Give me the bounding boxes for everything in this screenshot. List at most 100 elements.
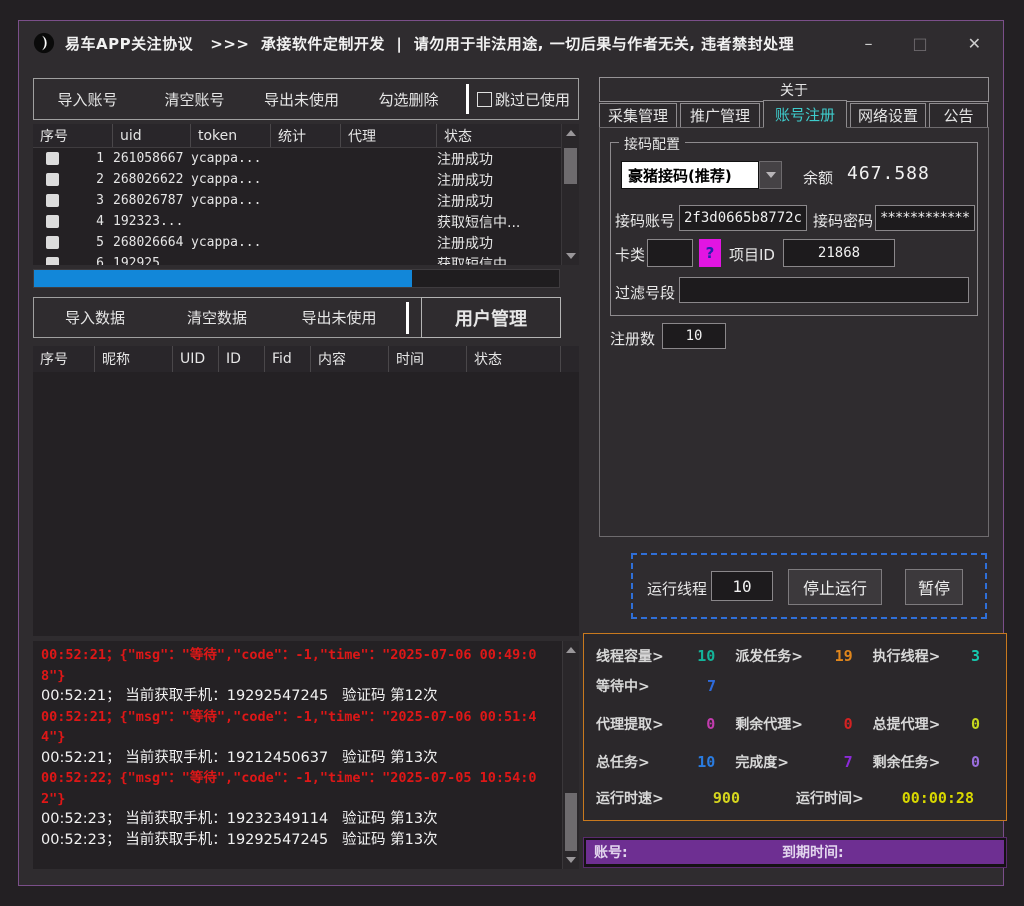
project-id-input[interactable] bbox=[783, 239, 895, 267]
row-uid: 192323... bbox=[113, 214, 191, 229]
clear-data-button[interactable]: 清空数据 bbox=[156, 307, 278, 328]
license-expire-label: 到期时间: bbox=[782, 842, 844, 862]
sms-password-input[interactable] bbox=[875, 205, 975, 231]
col-index[interactable]: 序号 bbox=[33, 346, 95, 372]
scroll-up-icon[interactable] bbox=[563, 641, 579, 659]
skip-used-checkbox-wrap[interactable]: 跳过已使用 bbox=[473, 89, 578, 110]
log-line: 00:52:21；{"msg"："等待","code"：-1,"time"："2… bbox=[41, 707, 559, 748]
col-time[interactable]: 时间 bbox=[389, 346, 467, 372]
license-account-label: 账号: bbox=[594, 842, 628, 862]
close-icon[interactable]: ✕ bbox=[968, 34, 981, 53]
row-uid: 192925 bbox=[113, 256, 191, 265]
col-scroll-gap bbox=[561, 346, 579, 372]
sms-config-title: 接码配置 bbox=[619, 134, 685, 154]
accounts-toolbar: 导入账号 清空账号 导出未使用 勾选删除 跳过已使用 bbox=[33, 78, 579, 120]
table-row[interactable]: 5 268026664 ycappa... 注册成功 bbox=[33, 232, 561, 253]
row-checkbox[interactable] bbox=[46, 215, 59, 228]
scroll-down-icon[interactable] bbox=[563, 851, 579, 869]
log-line: 00:52:21； 当前获取手机：19292547245 验证码 第12次 bbox=[41, 686, 559, 707]
stats-panel: 线程容量>10 派发任务>19 执行线程>3 等待中>7 代理提取>0 剩余代理… bbox=[583, 633, 1007, 821]
tab-network[interactable]: 网络设置 bbox=[850, 103, 926, 128]
card-type-label: 卡类 bbox=[615, 244, 645, 265]
accounts-table-scrollbar[interactable] bbox=[561, 124, 579, 265]
about-button[interactable]: 关于 bbox=[599, 77, 989, 102]
stat-proxy-total-label: 总提代理> bbox=[873, 714, 941, 734]
row-status: 注册成功 bbox=[437, 191, 561, 211]
stat-speed-label: 运行时速> bbox=[596, 788, 664, 808]
col-token[interactable]: token bbox=[191, 124, 271, 147]
row-checkbox[interactable] bbox=[46, 173, 59, 186]
balance-value: 467.588 bbox=[847, 163, 930, 184]
import-accounts-button[interactable]: 导入账号 bbox=[34, 89, 141, 110]
row-checkbox[interactable] bbox=[46, 257, 59, 265]
row-status: 注册成功 bbox=[437, 233, 561, 253]
clear-accounts-button[interactable]: 清空账号 bbox=[141, 89, 248, 110]
license-bar: 账号: 到期时间: bbox=[586, 840, 1004, 864]
stat-proxy-left-label: 剩余代理> bbox=[735, 714, 803, 734]
project-id-label: 项目ID bbox=[729, 244, 775, 265]
log-line: 00:52:22；{"msg"："等待","code"：-1,"time"："2… bbox=[41, 768, 559, 809]
row-checkbox[interactable] bbox=[46, 152, 59, 165]
table-row[interactable]: 4 192323... 获取短信中... bbox=[33, 211, 561, 232]
row-checkbox[interactable] bbox=[46, 194, 59, 207]
col-id[interactable]: ID bbox=[219, 346, 265, 372]
register-count-input[interactable] bbox=[662, 323, 726, 349]
table-row[interactable]: 3 268026787 ycappa... 注册成功 bbox=[33, 190, 561, 211]
threads-input[interactable] bbox=[711, 571, 773, 601]
col-fid[interactable]: Fid bbox=[265, 346, 311, 372]
table-row[interactable]: 6 192925 获取短信中 bbox=[33, 253, 561, 265]
sms-provider-select[interactable]: 豪猪接码(推荐) bbox=[621, 161, 759, 189]
row-checkbox[interactable] bbox=[46, 236, 59, 249]
row-uid: 268026787 bbox=[113, 193, 191, 208]
export-unused-data-button[interactable]: 导出未使用 bbox=[278, 307, 400, 328]
col-stat[interactable]: 统计 bbox=[271, 124, 341, 147]
col-proxy[interactable]: 代理 bbox=[341, 124, 437, 147]
tab-notice[interactable]: 公告 bbox=[929, 103, 988, 128]
stat-tasks-left-label: 剩余任务> bbox=[873, 752, 941, 772]
card-type-input[interactable] bbox=[647, 239, 693, 267]
scroll-up-icon[interactable] bbox=[562, 124, 579, 142]
col-uid[interactable]: uid bbox=[113, 124, 191, 147]
window-controls: – □ ✕ bbox=[864, 21, 981, 65]
import-data-button[interactable]: 导入数据 bbox=[34, 307, 156, 328]
log-line: 00:52:21； 当前获取手机：19212450637 验证码 第13次 bbox=[41, 748, 559, 769]
tab-collection[interactable]: 采集管理 bbox=[599, 103, 677, 128]
log-line: 00:52:23； 当前获取手机：19292547245 验证码 第13次 bbox=[41, 830, 559, 851]
col-uid[interactable]: UID bbox=[173, 346, 219, 372]
tab-promotion[interactable]: 推广管理 bbox=[680, 103, 760, 128]
col-nickname[interactable]: 昵称 bbox=[95, 346, 173, 372]
maximize-icon[interactable]: □ bbox=[912, 34, 927, 53]
stat-tasks-left-value: 0 bbox=[971, 753, 980, 771]
balance-label: 余额 bbox=[803, 167, 833, 188]
help-button[interactable]: ? bbox=[699, 239, 721, 267]
sms-account-input[interactable] bbox=[679, 205, 807, 231]
run-controls: 运行线程 停止运行 暂停 bbox=[631, 553, 987, 619]
log-scrollbar[interactable] bbox=[562, 641, 579, 869]
progress-bar bbox=[33, 269, 560, 288]
table-row[interactable]: 2 268026622 ycappa... 注册成功 bbox=[33, 169, 561, 190]
delete-checked-button[interactable]: 勾选删除 bbox=[355, 89, 462, 110]
col-index[interactable]: 序号 bbox=[33, 124, 113, 147]
user-management-button[interactable]: 用户管理 bbox=[421, 297, 561, 338]
row-uid: 268026664 bbox=[113, 235, 191, 250]
chevron-down-icon[interactable] bbox=[759, 161, 782, 189]
stat-exec-threads-value: 3 bbox=[971, 647, 980, 665]
toolbar-divider bbox=[406, 302, 409, 334]
users-table-body bbox=[33, 372, 579, 636]
tab-register[interactable]: 账号注册 bbox=[763, 100, 847, 128]
skip-used-checkbox[interactable] bbox=[477, 92, 492, 107]
minimize-icon[interactable]: – bbox=[864, 34, 872, 53]
col-content[interactable]: 内容 bbox=[311, 346, 389, 372]
scroll-down-icon[interactable] bbox=[562, 247, 579, 265]
stop-run-button[interactable]: 停止运行 bbox=[788, 569, 882, 605]
scrollbar-thumb[interactable] bbox=[565, 793, 577, 851]
stat-proxy-left-value: 0 bbox=[844, 715, 853, 733]
row-index: 6 bbox=[96, 256, 104, 265]
col-status[interactable]: 状态 bbox=[437, 124, 561, 147]
table-row[interactable]: 1 261058667 ycappa... 注册成功 bbox=[33, 148, 561, 169]
filter-segment-input[interactable] bbox=[679, 277, 969, 303]
scrollbar-thumb[interactable] bbox=[564, 148, 577, 184]
pause-button[interactable]: 暂停 bbox=[905, 569, 963, 605]
export-unused-accounts-button[interactable]: 导出未使用 bbox=[248, 89, 355, 110]
col-status[interactable]: 状态 bbox=[467, 346, 561, 372]
